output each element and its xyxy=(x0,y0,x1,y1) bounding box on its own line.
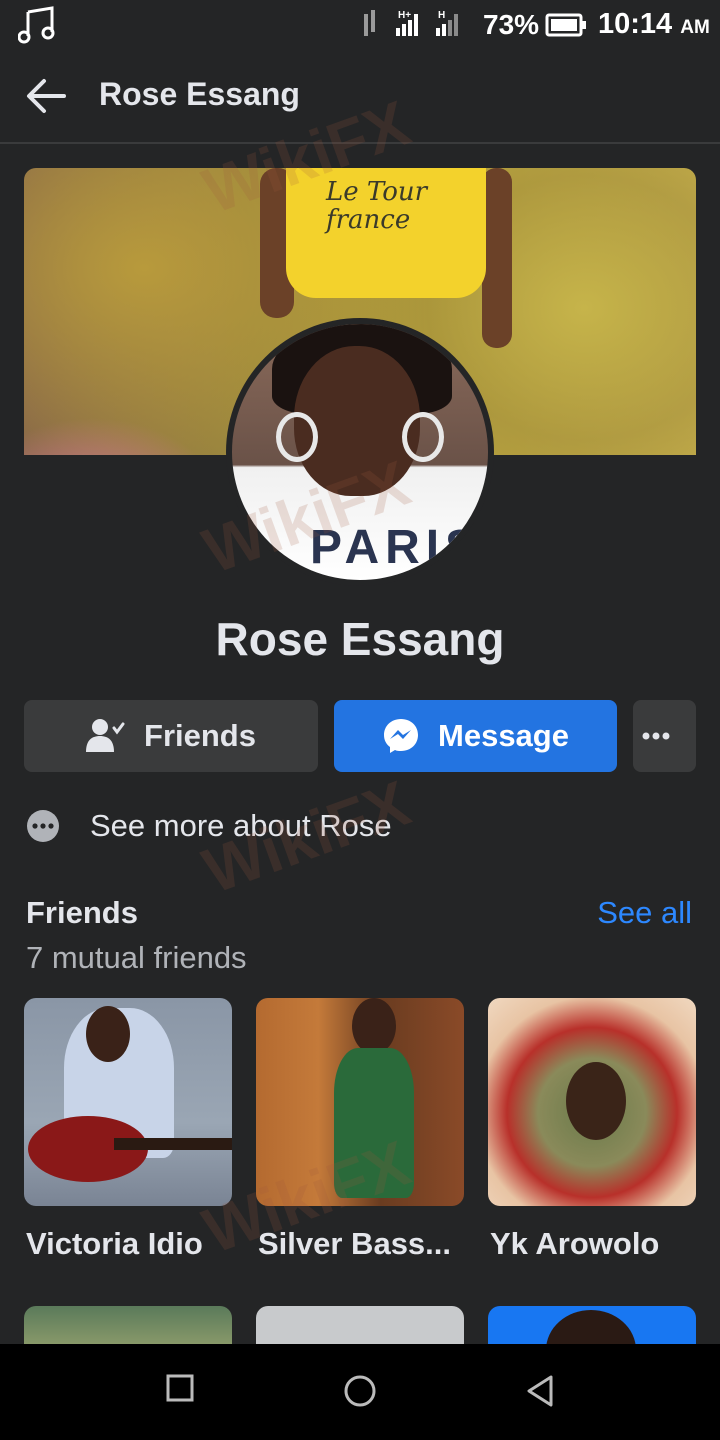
friends-button-label: Friends xyxy=(144,718,256,753)
friend-figure xyxy=(334,1048,414,1198)
battery-icon xyxy=(545,13,587,42)
mutual-friends-count: 7 mutual friends xyxy=(26,940,247,975)
friend-photo[interactable] xyxy=(256,1306,464,1346)
message-button-label: Message xyxy=(438,718,569,753)
cover-figure-shirt: Le Tour france xyxy=(286,168,486,298)
more-options-button[interactable] xyxy=(633,700,696,772)
friend-figure-head xyxy=(352,998,396,1054)
see-more-about-label: See more about Rose xyxy=(90,808,392,843)
see-more-about-row[interactable]: See more about Rose xyxy=(26,808,392,844)
avatar-shirt-text: PARIS xyxy=(310,521,484,574)
ellipsis-icon xyxy=(642,732,669,740)
signal-icons: H+ H xyxy=(362,8,472,45)
recent-apps-icon[interactable] xyxy=(166,1374,194,1407)
top-app-bar: Rose Essang xyxy=(0,50,720,144)
music-note-icon xyxy=(17,6,58,49)
profile-name: Rose Essang xyxy=(215,613,505,665)
friend-photo[interactable] xyxy=(24,998,232,1206)
messenger-icon xyxy=(384,719,419,753)
friend-name[interactable]: Yk Arowolo xyxy=(490,1226,700,1262)
friend-photo[interactable] xyxy=(488,998,696,1206)
arrow-left-icon[interactable] xyxy=(24,76,68,121)
svg-text:H: H xyxy=(438,10,445,21)
back-triangle-icon[interactable] xyxy=(525,1374,555,1413)
earring-icon xyxy=(276,412,318,462)
earring-icon xyxy=(402,412,444,462)
system-nav-bar xyxy=(0,1344,720,1440)
cover-shirt-text: Le Tour france xyxy=(326,177,428,235)
friend-photo[interactable] xyxy=(24,1306,232,1346)
more-circle-icon xyxy=(27,810,59,842)
friend-name[interactable]: Silver Bass... xyxy=(258,1226,468,1262)
see-all-link[interactable]: See all xyxy=(597,895,692,931)
guitar-neck xyxy=(114,1138,232,1150)
profile-avatar[interactable]: PARIS xyxy=(226,318,494,586)
svg-text:H+: H+ xyxy=(398,10,411,21)
page-title: Rose Essang xyxy=(99,76,300,112)
friend-figure-head xyxy=(566,1062,626,1140)
friends-button[interactable]: Friends xyxy=(24,700,318,772)
friend-figure-head xyxy=(546,1310,636,1346)
message-button[interactable]: Message xyxy=(334,700,617,772)
status-bar: H+ H 73% 10:14 AM xyxy=(0,0,720,50)
friend-figure-head xyxy=(86,1006,130,1062)
friend-photo[interactable] xyxy=(256,998,464,1206)
battery-percent: 73% xyxy=(483,9,540,40)
avatar-photo: PARIS xyxy=(232,324,488,580)
home-icon[interactable] xyxy=(343,1374,377,1413)
friend-photo[interactable] xyxy=(488,1306,696,1346)
friend-name[interactable]: Victoria Idio xyxy=(26,1226,236,1262)
friends-section-title: Friends xyxy=(26,895,138,930)
clock: 10:14 AM xyxy=(598,8,710,40)
cover-figure-arm xyxy=(482,168,512,348)
friend-check-icon xyxy=(86,719,125,752)
